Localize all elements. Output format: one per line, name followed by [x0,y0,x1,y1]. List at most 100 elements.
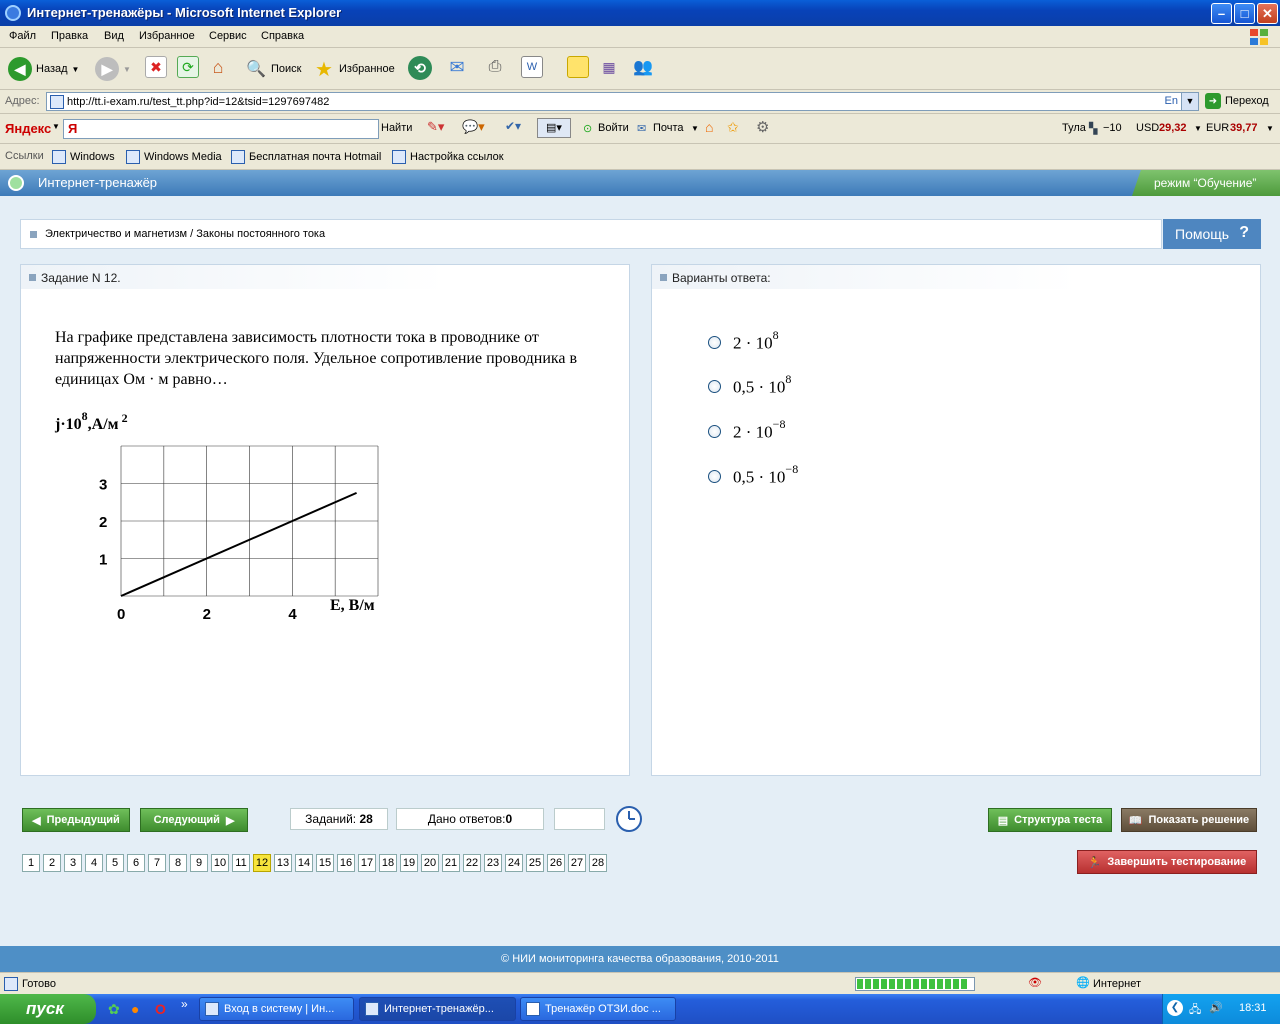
answer-option[interactable]: 0,5 · 108 [708,372,791,398]
quicklaunch-opera-icon[interactable]: O [155,1001,166,1017]
page-number-button[interactable]: 10 [211,854,229,872]
note-icon[interactable] [567,56,589,78]
address-input[interactable]: http://tt.i-exam.ru/test_tt.php?id=12&ts… [46,92,1199,111]
address-dropdown-icon[interactable]: ▼ [1181,93,1198,110]
history-icon[interactable]: ⟲ [408,56,432,80]
next-button[interactable]: Следующий ▶ [140,808,248,832]
page-number-button[interactable]: 11 [232,854,250,872]
page-number-button[interactable]: 26 [547,854,565,872]
privacy-icon[interactable]: 👁 [1028,976,1042,989]
yandex-search-input[interactable]: Я [63,119,379,139]
page-number-button[interactable]: 28 [589,854,607,872]
yandex-find-button[interactable]: Найти [381,122,412,134]
spellcheck-icon[interactable]: ✔▾ [505,119,521,133]
volume-icon[interactable]: 🔊 [1209,1001,1223,1014]
answer-option[interactable]: 2 · 10−8 [708,417,785,443]
start-button[interactable]: пуск [0,994,96,1024]
yandex-mail[interactable]: Почта [653,122,684,134]
usd-dropdown-icon[interactable]: ▼ [1194,124,1202,133]
page-number-button[interactable]: 1 [22,854,40,872]
eur-dropdown-icon[interactable]: ▼ [1266,124,1274,133]
page-number-button[interactable]: 22 [463,854,481,872]
quicklaunch-icq-icon[interactable]: ✿ [108,1001,120,1018]
page-number-button[interactable]: 23 [484,854,502,872]
answer-option[interactable]: 0,5 · 10−8 [708,462,798,488]
bookmark-icon[interactable]: ⌂ [705,119,713,135]
link-windows-media[interactable]: Windows Media [126,150,222,164]
menu-help[interactable]: Справка [261,30,304,42]
go-button[interactable]: ➜ Переход [1205,93,1269,109]
radio-button[interactable] [708,335,721,349]
favorites-button[interactable]: ★ Избранное [313,56,395,82]
menu-tools[interactable]: Сервис [209,30,247,42]
mail-dropdown-icon[interactable]: ▼ [691,124,699,133]
page-number-button[interactable]: 7 [148,854,166,872]
edit-icon[interactable]: W [521,56,543,78]
network-icon[interactable]: 🖧 [1189,1001,1201,1020]
page-number-button[interactable]: 19 [400,854,418,872]
menu-edit[interactable]: Правка [51,30,88,42]
page-number-button[interactable]: 6 [127,854,145,872]
finish-test-button[interactable]: 🏃 Завершить тестирование [1077,850,1257,874]
page-number-button[interactable]: 21 [442,854,460,872]
refresh-icon[interactable]: ⟳ [177,56,199,78]
page-number-button[interactable]: 16 [337,854,355,872]
search-button[interactable]: 🔍 Поиск [245,56,301,82]
page-number-button[interactable]: 9 [190,854,208,872]
tray-expand-icon[interactable]: ❮ [1167,1000,1183,1016]
stop-icon[interactable]: ✖ [145,56,167,78]
radio-button[interactable] [708,424,721,438]
page-number-button[interactable]: 2 [43,854,61,872]
page-number-button[interactable]: 4 [85,854,103,872]
taskbar-item[interactable]: Тренажёр ОТЗИ.doc ... [520,997,676,1021]
help-button[interactable]: Помощь ? [1163,219,1261,249]
link-windows[interactable]: Windows [52,150,115,164]
page-number-button[interactable]: 15 [316,854,334,872]
link-customize[interactable]: Настройка ссылок [392,150,504,164]
page-number-button[interactable]: 3 [64,854,82,872]
weather-city[interactable]: Тула [1062,122,1086,134]
answer-option[interactable]: 2 · 108 [708,328,779,354]
yandex-logo[interactable]: Яндекс [5,121,51,136]
menu-favorites[interactable]: Избранное [139,30,195,42]
link-hotmail[interactable]: Бесплатная почта Hotmail [231,150,381,164]
back-button[interactable]: ◀ Назад ▼ [8,56,79,82]
pen-icon[interactable]: ✎▾ [427,119,444,135]
page-number-button[interactable]: 25 [526,854,544,872]
page-number-button[interactable]: 27 [568,854,586,872]
forward-button[interactable]: ▶ ▼ [95,56,131,82]
page-number-button[interactable]: 20 [421,854,439,872]
chat-icon[interactable]: 💬▾ [462,119,485,135]
page-number-button[interactable]: 18 [379,854,397,872]
page-number-button[interactable]: 24 [505,854,523,872]
maximize-button[interactable]: □ [1234,3,1255,24]
print-icon[interactable]: ⎙ [484,56,506,78]
taskbar-item[interactable]: Вход в систему | Ин... [199,997,354,1021]
minimize-button[interactable]: – [1211,3,1232,24]
yandex-dropdown-icon[interactable]: ▼ [52,122,60,131]
menu-file[interactable]: Файл [9,30,36,42]
settings-gear-icon[interactable]: ⚙ [756,118,769,136]
page-number-button[interactable]: 17 [358,854,376,872]
home-icon[interactable]: ⌂ [207,56,229,78]
prev-button[interactable]: ◀ Предыдущий [22,808,130,832]
page-number-button[interactable]: 13 [274,854,292,872]
mail-icon[interactable]: ✉ [446,56,468,78]
page-number-button[interactable]: 8 [169,854,187,872]
radio-button[interactable] [708,469,721,483]
translate-icon[interactable]: ▤▾ [537,118,571,138]
menu-view[interactable]: Вид [104,30,124,42]
page-number-button[interactable]: 12 [253,854,271,872]
show-solution-button[interactable]: 📖 Показать решение [1121,808,1257,832]
research-icon[interactable]: ▦ [598,56,620,78]
page-number-button[interactable]: 5 [106,854,124,872]
radio-button[interactable] [708,379,721,393]
page-number-button[interactable]: 14 [295,854,313,872]
close-button[interactable]: ✕ [1257,3,1278,24]
taskbar-item[interactable]: Интернет-тренажёр... [359,997,516,1021]
messenger-icon[interactable]: 👥 [632,56,654,78]
test-structure-button[interactable]: ▤ Структура теста [988,808,1112,832]
quicklaunch-firefox-icon[interactable]: ● [131,1001,139,1017]
favorite-add-icon[interactable]: ✩ [727,119,739,136]
quicklaunch-more-icon[interactable]: » [181,997,188,1011]
